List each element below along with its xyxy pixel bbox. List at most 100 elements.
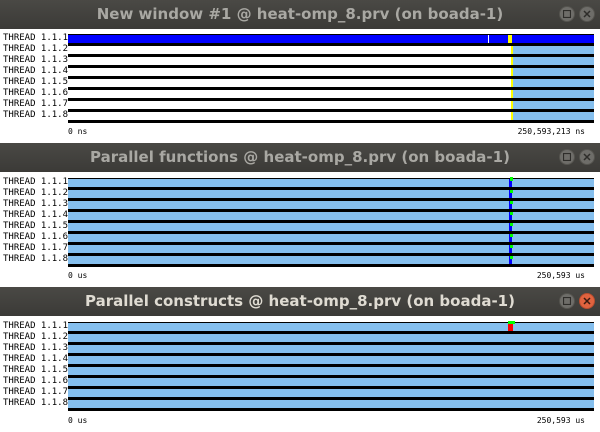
axis-end-label: 250,593 us: [536, 416, 585, 425]
thread-label: THREAD 1.1.4: [3, 210, 69, 220]
thread-timeline-row[interactable]: [68, 389, 594, 397]
function-marker: [510, 223, 513, 226]
thread-timeline-row[interactable]: [68, 256, 594, 264]
thread-timeline-row[interactable]: [68, 201, 594, 209]
state-idle-segment: [68, 68, 511, 76]
thread-timeline-row[interactable]: [68, 190, 594, 198]
axis-start-label: 0 ns: [68, 127, 88, 136]
thread-timeline-row[interactable]: [68, 101, 594, 109]
window-titlebar[interactable]: New window #1 @ heat-omp_8.prv (on boada…: [0, 0, 600, 29]
function-marker: [510, 245, 513, 248]
thread-timeline-row[interactable]: [68, 212, 594, 220]
state-sync-segment: [511, 57, 513, 65]
state-sync-segment: [511, 101, 513, 109]
state-sync-segment: [511, 112, 513, 120]
thread-timeline-row[interactable]: [68, 400, 594, 408]
thread-timeline-row[interactable]: [68, 378, 594, 386]
thread-timeline-row[interactable]: [68, 79, 594, 87]
axis-start-label: 0 us: [68, 271, 88, 280]
thread-timeline-row[interactable]: [68, 35, 594, 43]
timeline-window-parallel-functions: Parallel functions @ heat-omp_8.prv (on …: [0, 143, 600, 287]
timeline-content[interactable]: THREAD 1.1.1 THREAD 1.1.2 THREAD 1.1.3 THRE…: [0, 316, 600, 432]
window-titlebar[interactable]: Parallel constructs @ heat-omp_8.prv (on…: [0, 287, 600, 316]
thread-label: THREAD 1.1.4: [3, 66, 69, 76]
timeline-window-states: New window #1 @ heat-omp_8.prv (on boada…: [0, 0, 600, 143]
thread-timeline-row[interactable]: [68, 223, 594, 231]
thread-timeline-row[interactable]: [68, 68, 594, 76]
thread-label: THREAD 1.1.5: [3, 221, 69, 231]
thread-label: THREAD 1.1.5: [3, 365, 69, 375]
state-idle-segment: [68, 101, 511, 109]
window-titlebar[interactable]: Parallel functions @ heat-omp_8.prv (on …: [0, 143, 600, 172]
thread-timeline-row[interactable]: [68, 57, 594, 65]
thread-label: THREAD 1.1.8: [3, 254, 69, 264]
function-marker: [510, 177, 513, 181]
function-marker: [510, 212, 513, 215]
window-title: Parallel functions @ heat-omp_8.prv (on …: [90, 148, 510, 166]
axis-end-label: 250,593,213 ns: [517, 127, 585, 136]
thread-timeline-row[interactable]: [68, 321, 594, 331]
axis-end-label: 250,593 us: [536, 271, 585, 280]
thread-label: THREAD 1.1.3: [3, 343, 69, 353]
window-title: Parallel constructs @ heat-omp_8.prv (on…: [85, 292, 515, 310]
thread-timeline-row[interactable]: [68, 356, 594, 364]
close-icon: [583, 10, 591, 18]
maximize-icon: [563, 153, 571, 161]
thread-timeline-row[interactable]: [68, 334, 594, 342]
state-sync-segment: [511, 68, 513, 76]
thread-label: THREAD 1.1.7: [3, 243, 69, 253]
thread-label: THREAD 1.1.1: [3, 33, 69, 43]
state-idle-segment: [68, 46, 511, 54]
close-button[interactable]: [579, 6, 595, 22]
thread-label: THREAD 1.1.7: [3, 387, 69, 397]
state-sync-segment: [511, 90, 513, 98]
maximize-icon: [563, 297, 571, 305]
timeline-window-parallel-constructs: Parallel constructs @ heat-omp_8.prv (on…: [0, 287, 600, 432]
maximize-icon: [563, 10, 571, 18]
timeline-plot[interactable]: [68, 177, 594, 267]
thread-label: THREAD 1.1.8: [3, 398, 69, 408]
state-sync-segment: [511, 46, 513, 54]
thread-label: THREAD 1.1.3: [3, 55, 69, 65]
state-idle-segment: [68, 90, 511, 98]
state-event-marker: [488, 35, 489, 43]
close-icon: [583, 297, 591, 305]
timeline-content[interactable]: THREAD 1.1.1 THREAD 1.1.2 THREAD 1.1.3 THRE…: [0, 29, 600, 143]
maximize-button[interactable]: [559, 293, 575, 309]
function-marker: [510, 256, 513, 259]
thread-timeline-row[interactable]: [68, 112, 594, 120]
thread-timeline-row[interactable]: [68, 345, 594, 353]
thread-timeline-row[interactable]: [68, 177, 594, 187]
axis-start-label: 0 us: [68, 416, 88, 425]
close-button[interactable]: [579, 149, 595, 165]
close-button[interactable]: [579, 293, 595, 309]
state-idle-segment: [68, 79, 511, 87]
maximize-button[interactable]: [559, 6, 575, 22]
thread-label: THREAD 1.1.4: [3, 354, 69, 364]
thread-label: THREAD 1.1.7: [3, 99, 69, 109]
thread-label: THREAD 1.1.1: [3, 321, 69, 331]
thread-label: THREAD 1.1.8: [3, 110, 69, 120]
thread-timeline-row[interactable]: [68, 245, 594, 253]
timeline-plot[interactable]: [68, 34, 594, 123]
thread-timeline-row[interactable]: [68, 367, 594, 375]
thread-timeline-row[interactable]: [68, 90, 594, 98]
timeline-plot[interactable]: [68, 321, 594, 411]
function-marker: [510, 201, 513, 204]
close-icon: [583, 153, 591, 161]
thread-label: THREAD 1.1.6: [3, 232, 69, 242]
thread-timeline-row[interactable]: [68, 46, 594, 54]
state-idle-segment: [68, 112, 511, 120]
thread-label: THREAD 1.1.6: [3, 88, 69, 98]
timeline-content[interactable]: THREAD 1.1.1 THREAD 1.1.2 THREAD 1.1.3 THRE…: [0, 172, 600, 287]
thread-label: THREAD 1.1.2: [3, 332, 69, 342]
thread-label: THREAD 1.1.5: [3, 77, 69, 87]
thread-timeline-row[interactable]: [68, 234, 594, 242]
maximize-button[interactable]: [559, 149, 575, 165]
function-marker: [510, 234, 513, 237]
state-running-segment: [68, 35, 594, 43]
thread-label: THREAD 1.1.6: [3, 376, 69, 386]
thread-label: THREAD 1.1.3: [3, 199, 69, 209]
construct-marker: [508, 324, 513, 331]
window-title: New window #1 @ heat-omp_8.prv (on boada…: [96, 5, 504, 23]
